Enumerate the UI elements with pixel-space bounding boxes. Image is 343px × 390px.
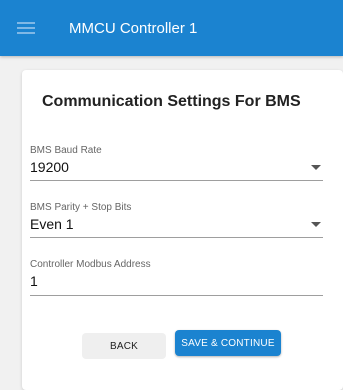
settings-card: Communication Settings For BMS BMS Baud … — [22, 70, 343, 390]
save-continue-button[interactable]: SAVE & CONTINUE — [175, 330, 281, 356]
baud-rate-select[interactable]: BMS Baud Rate 19200 — [30, 145, 323, 181]
parity-value: Even 1 — [30, 216, 74, 232]
menu-button[interactable] — [14, 16, 38, 40]
parity-underline — [30, 237, 323, 238]
parity-label: BMS Parity + Stop Bits — [30, 202, 132, 213]
app-bar: MMCU Controller 1 — [0, 0, 343, 56]
parity-select[interactable]: BMS Parity + Stop Bits Even 1 — [30, 202, 323, 238]
baud-rate-value: 19200 — [30, 159, 69, 175]
dropdown-arrow-icon[interactable] — [311, 165, 321, 170]
app-title: MMCU Controller 1 — [69, 19, 198, 37]
baud-rate-underline — [30, 180, 323, 181]
dropdown-arrow-icon[interactable] — [311, 222, 321, 227]
modbus-address-input[interactable]: Controller Modbus Address 1 — [30, 259, 323, 296]
baud-rate-label: BMS Baud Rate — [30, 145, 102, 156]
modbus-address-value[interactable]: 1 — [30, 273, 323, 289]
page-title: Communication Settings For BMS — [42, 93, 301, 110]
back-button[interactable]: BACK — [82, 333, 166, 359]
modbus-address-label: Controller Modbus Address — [30, 259, 151, 270]
modbus-address-underline — [30, 295, 323, 296]
hamburger-menu-icon — [17, 22, 35, 34]
